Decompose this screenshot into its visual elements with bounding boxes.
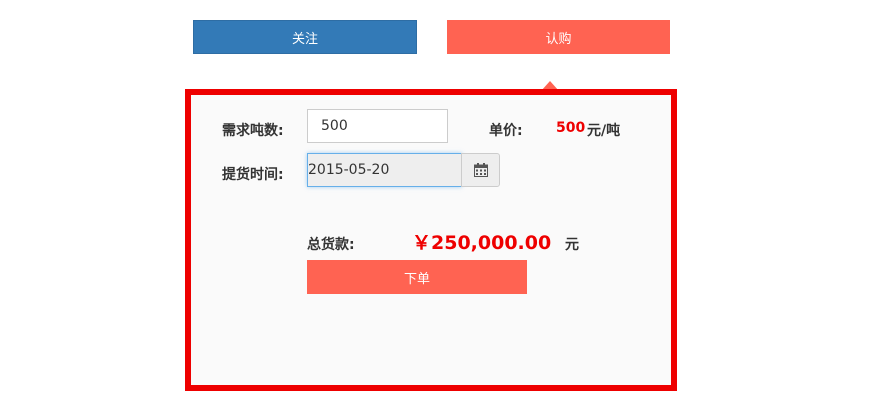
calendar-button[interactable] bbox=[461, 153, 500, 187]
pickup-date-input[interactable]: 2015-05-20 bbox=[307, 153, 462, 187]
pickup-date-label: 提货时间: bbox=[222, 167, 284, 183]
unit-price-unit: 元/吨 bbox=[587, 123, 621, 139]
quantity-label: 需求吨数: bbox=[222, 123, 284, 139]
total-amount-label: 总货款: bbox=[307, 237, 355, 253]
place-order-button[interactable]: 下单 bbox=[307, 260, 527, 294]
quantity-input[interactable]: 500 bbox=[307, 109, 448, 143]
follow-button[interactable]: 关注 bbox=[193, 20, 417, 54]
total-amount-unit: 元 bbox=[565, 237, 579, 253]
subscribe-panel: 需求吨数: 500 单价: 500 元/吨 提货时间: 2015-05-20 总… bbox=[185, 89, 677, 391]
pickup-date-value: 2015-05-20 bbox=[308, 162, 390, 178]
calendar-icon bbox=[473, 163, 488, 177]
total-amount-value: ￥250,000.00 bbox=[412, 232, 552, 254]
quantity-value: 500 bbox=[321, 118, 348, 134]
unit-price-label: 单价: bbox=[489, 123, 523, 139]
unit-price-value: 500 bbox=[556, 120, 586, 136]
subscribe-button[interactable]: 认购 bbox=[447, 20, 670, 54]
